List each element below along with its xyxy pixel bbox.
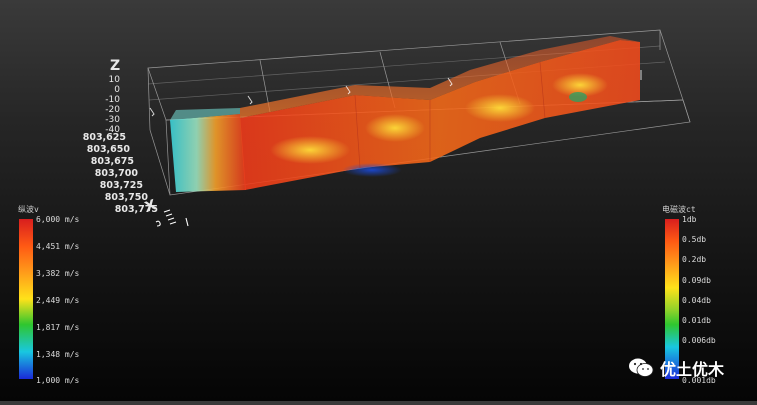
z-tick: 10 [109,75,121,85]
x-axis-ticks: 803,625 803,650 803,675 803,700 803,725 … [83,132,158,215]
right-legend-label: 0.5db [682,235,707,244]
left-legend-label: 3,382 m/s [36,269,80,278]
right-legend-label: 0.09db [682,276,711,285]
right-legend-colorbar [665,219,679,379]
x-tick: 803,725 [100,180,143,191]
z-tick: -10 [105,95,120,105]
left-legend-label: 4,451 m/s [36,242,80,251]
watermark: 优土优木 [628,356,724,380]
x-tick: 803,700 [95,168,139,179]
left-legend-label: 2,449 m/s [36,296,80,305]
watermark-text: 优土优木 [660,360,725,379]
x-tick: 803,750 [105,192,149,203]
right-legend-label: 1db [682,215,697,224]
right-legend-label: 0.2db [682,255,707,264]
right-legend-label: 0.04db [682,296,711,305]
tunnel-volume [170,36,640,192]
x-tick: 803,650 [87,144,131,155]
x-tick: 803,775 [115,204,158,215]
x-tick: 803,625 [83,132,126,143]
z-axis-ticks: 10 0 -10 -20 -30 -40 [105,75,120,135]
right-legend-label: 0.01db [682,316,711,325]
left-legend-label: 1,817 m/s [36,323,80,332]
z-tick: -30 [105,115,120,125]
left-legend-label: 6,000 m/s [36,215,80,224]
left-legend-label: 1,348 m/s [36,350,80,359]
left-legend-title: 纵波v [18,205,39,214]
z-tick: 0 [114,85,120,95]
left-legend-colorbar [19,219,33,379]
right-legend-title: 电磁波ct [662,205,696,214]
wechat-icon [629,358,654,377]
orientation-marks [155,209,189,227]
z-axis-label: Z [110,58,120,74]
x-tick: 803,675 [91,156,134,167]
z-tick: -20 [105,105,120,115]
right-legend-label: 0.006db [682,336,716,345]
tunnel-volume-render: Z X 10 0 -10 -20 -30 -40 803,625 803,650… [83,29,691,227]
left-legend-label: 1,000 m/s [36,376,80,385]
3d-viewport[interactable]: Z X 10 0 -10 -20 -30 -40 803,625 803,650… [0,0,757,401]
